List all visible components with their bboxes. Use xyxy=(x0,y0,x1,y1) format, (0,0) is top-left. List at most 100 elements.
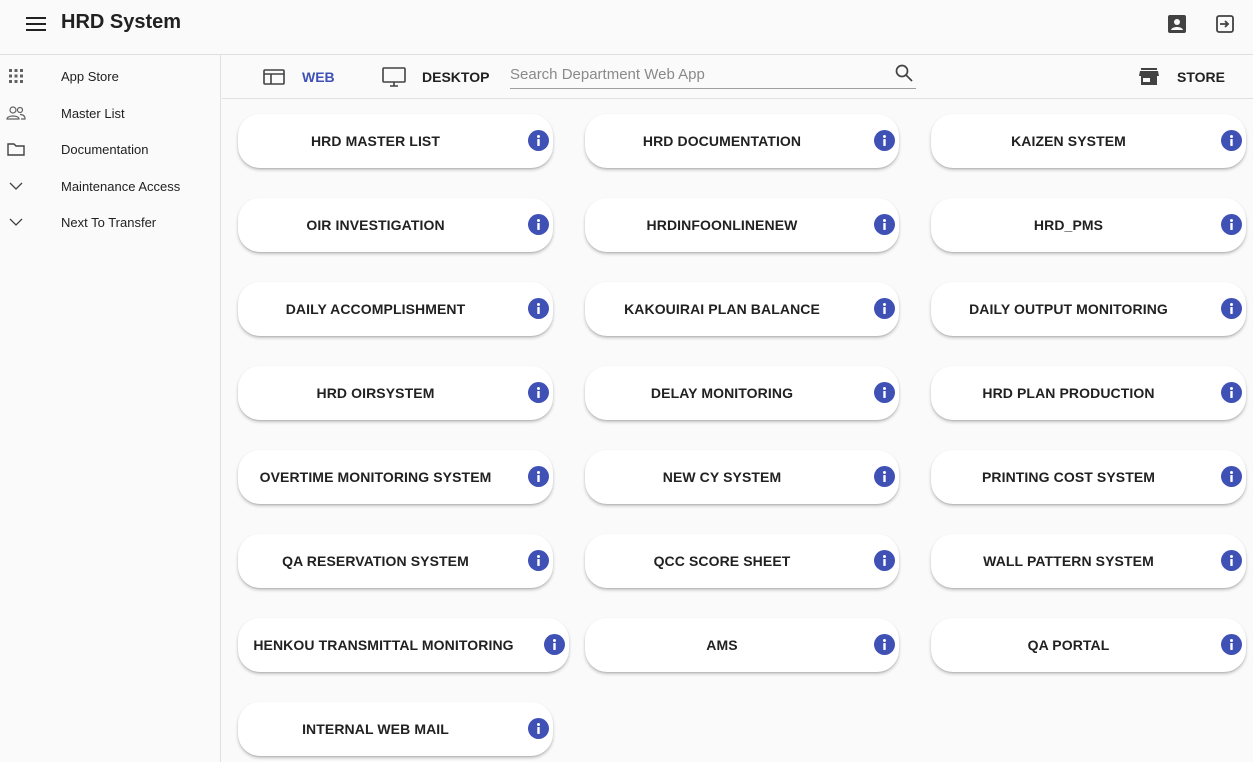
sidebar-item-app-store[interactable]: App Store xyxy=(0,61,220,91)
app-card[interactable]: OVERTIME MONITORING SYSTEM xyxy=(238,450,553,504)
store-icon xyxy=(1137,65,1161,89)
sidebar-item-label: Maintenance Access xyxy=(61,178,181,194)
info-icon[interactable] xyxy=(874,634,895,655)
people-icon xyxy=(6,103,26,123)
app-card-title: DELAY MONITORING xyxy=(650,385,794,401)
info-icon[interactable] xyxy=(874,382,895,403)
app-card-title: DAILY ACCOMPLISHMENT xyxy=(285,301,466,317)
sidebar-item-label: Next To Transfer xyxy=(61,214,157,230)
app-card[interactable]: QA PORTAL xyxy=(931,618,1246,672)
sidebar-item-next-to-transfer[interactable]: Next To Transfer xyxy=(0,207,220,237)
app-card-title: HRD OIRSYSTEM xyxy=(316,385,435,401)
account-box-icon[interactable] xyxy=(1165,12,1189,36)
menu-icon[interactable] xyxy=(25,13,47,35)
info-icon[interactable] xyxy=(874,130,895,151)
info-icon[interactable] xyxy=(1221,298,1242,319)
app-card[interactable]: KAIZEN SYSTEM xyxy=(931,114,1246,168)
store-button[interactable]: STORE xyxy=(1137,55,1225,99)
info-icon[interactable] xyxy=(1221,466,1242,487)
desktop-tab[interactable]: DESKTOP xyxy=(382,55,489,99)
info-icon[interactable] xyxy=(874,214,895,235)
web-icon xyxy=(262,65,286,89)
app-card-title: WALL PATTERN SYSTEM xyxy=(983,553,1154,569)
store-button-label: STORE xyxy=(1177,69,1225,85)
web-tab-label: WEB xyxy=(302,69,335,85)
info-icon[interactable] xyxy=(544,634,565,655)
app-card[interactable]: NEW CY SYSTEM xyxy=(585,450,899,504)
info-icon[interactable] xyxy=(1221,550,1242,571)
app-card[interactable]: HRD MASTER LIST xyxy=(238,114,553,168)
info-icon[interactable] xyxy=(874,298,895,319)
web-tab[interactable]: WEB xyxy=(262,55,335,99)
chevron-down-icon xyxy=(6,212,26,232)
app-card[interactable]: PRINTING COST SYSTEM xyxy=(931,450,1246,504)
app-card-title: HRDINFOONLINENEW xyxy=(646,217,798,233)
app-card[interactable]: DAILY ACCOMPLISHMENT xyxy=(238,282,553,336)
app-card[interactable]: DAILY OUTPUT MONITORING xyxy=(931,282,1246,336)
app-card-title: HRD PLAN PRODUCTION xyxy=(982,385,1155,401)
info-icon[interactable] xyxy=(874,550,895,571)
sidebar-item-master-list[interactable]: Master List xyxy=(0,98,220,128)
info-icon[interactable] xyxy=(874,466,895,487)
app-card[interactable]: WALL PATTERN SYSTEM xyxy=(931,534,1246,588)
app-card-title: KAIZEN SYSTEM xyxy=(1011,133,1126,149)
desktop-icon xyxy=(382,65,406,89)
chevron-down-icon xyxy=(6,176,26,196)
app-card-title: PRINTING COST SYSTEM xyxy=(981,469,1156,485)
app-card-title: QA PORTAL xyxy=(1027,637,1110,653)
sidebar: App Store Master List Documentation Main… xyxy=(0,55,221,762)
info-icon[interactable] xyxy=(528,298,549,319)
app-card-title: HRD DOCUMENTATION xyxy=(642,133,802,149)
app-card[interactable]: KAKOUIRAI PLAN BALANCE xyxy=(585,282,899,336)
info-icon[interactable] xyxy=(528,382,549,403)
app-card[interactable]: AMS xyxy=(585,618,899,672)
app-title: HRD System xyxy=(61,11,182,33)
app-card[interactable]: HRDINFOONLINENEW xyxy=(585,198,899,252)
app-card-title: KAKOUIRAI PLAN BALANCE xyxy=(624,301,820,317)
app-card-title: OVERTIME MONITORING SYSTEM xyxy=(259,469,492,485)
app-card-title: OIR INVESTIGATION xyxy=(306,217,445,233)
app-card[interactable]: HENKOU TRANSMITTAL MONITORING xyxy=(238,618,569,672)
apps-grid-icon xyxy=(6,66,26,86)
app-card-title: HRD_PMS xyxy=(1033,217,1104,233)
search-field xyxy=(510,61,916,89)
sidebar-item-label: App Store xyxy=(61,68,119,84)
app-card[interactable]: QA RESERVATION SYSTEM xyxy=(238,534,553,588)
app-card[interactable]: HRD PLAN PRODUCTION xyxy=(931,366,1246,420)
sidebar-item-maintenance-access[interactable]: Maintenance Access xyxy=(0,171,220,201)
app-card[interactable]: HRD OIRSYSTEM xyxy=(238,366,553,420)
app-card[interactable]: HRD_PMS xyxy=(931,198,1246,252)
info-icon[interactable] xyxy=(1221,214,1242,235)
top-app-bar: HRD System xyxy=(0,0,1253,46)
info-icon[interactable] xyxy=(1221,130,1242,151)
app-card-title: HRD MASTER LIST xyxy=(310,133,441,149)
sidebar-item-documentation[interactable]: Documentation xyxy=(0,134,220,164)
info-icon[interactable] xyxy=(528,550,549,571)
info-icon[interactable] xyxy=(528,214,549,235)
logout-icon[interactable] xyxy=(1213,12,1237,36)
folder-icon xyxy=(6,139,26,159)
app-card-title: AMS xyxy=(706,637,738,653)
info-icon[interactable] xyxy=(1221,634,1242,655)
sidebar-item-label: Master List xyxy=(61,105,125,121)
search-input[interactable] xyxy=(510,61,880,87)
app-card-title: QA RESERVATION SYSTEM xyxy=(282,553,469,569)
info-icon[interactable] xyxy=(528,130,549,151)
app-card[interactable]: DELAY MONITORING xyxy=(585,366,899,420)
info-icon[interactable] xyxy=(1221,382,1242,403)
app-card-title: QCC SCORE SHEET xyxy=(653,553,791,569)
app-card[interactable]: HRD DOCUMENTATION xyxy=(585,114,899,168)
app-card-title: HENKOU TRANSMITTAL MONITORING xyxy=(253,637,514,653)
sidebar-item-label: Documentation xyxy=(61,141,149,157)
app-card-title: NEW CY SYSTEM xyxy=(662,469,782,485)
app-card[interactable]: INTERNAL WEB MAIL xyxy=(238,702,553,756)
search-icon[interactable] xyxy=(892,61,916,85)
toolbar: WEB DESKTOP STORE xyxy=(222,55,1253,99)
app-card-title: INTERNAL WEB MAIL xyxy=(302,721,449,737)
app-card-title: DAILY OUTPUT MONITORING xyxy=(969,301,1168,317)
info-icon[interactable] xyxy=(528,718,549,739)
info-icon[interactable] xyxy=(528,466,549,487)
desktop-tab-label: DESKTOP xyxy=(422,69,490,85)
app-card[interactable]: QCC SCORE SHEET xyxy=(585,534,899,588)
app-card[interactable]: OIR INVESTIGATION xyxy=(238,198,553,252)
